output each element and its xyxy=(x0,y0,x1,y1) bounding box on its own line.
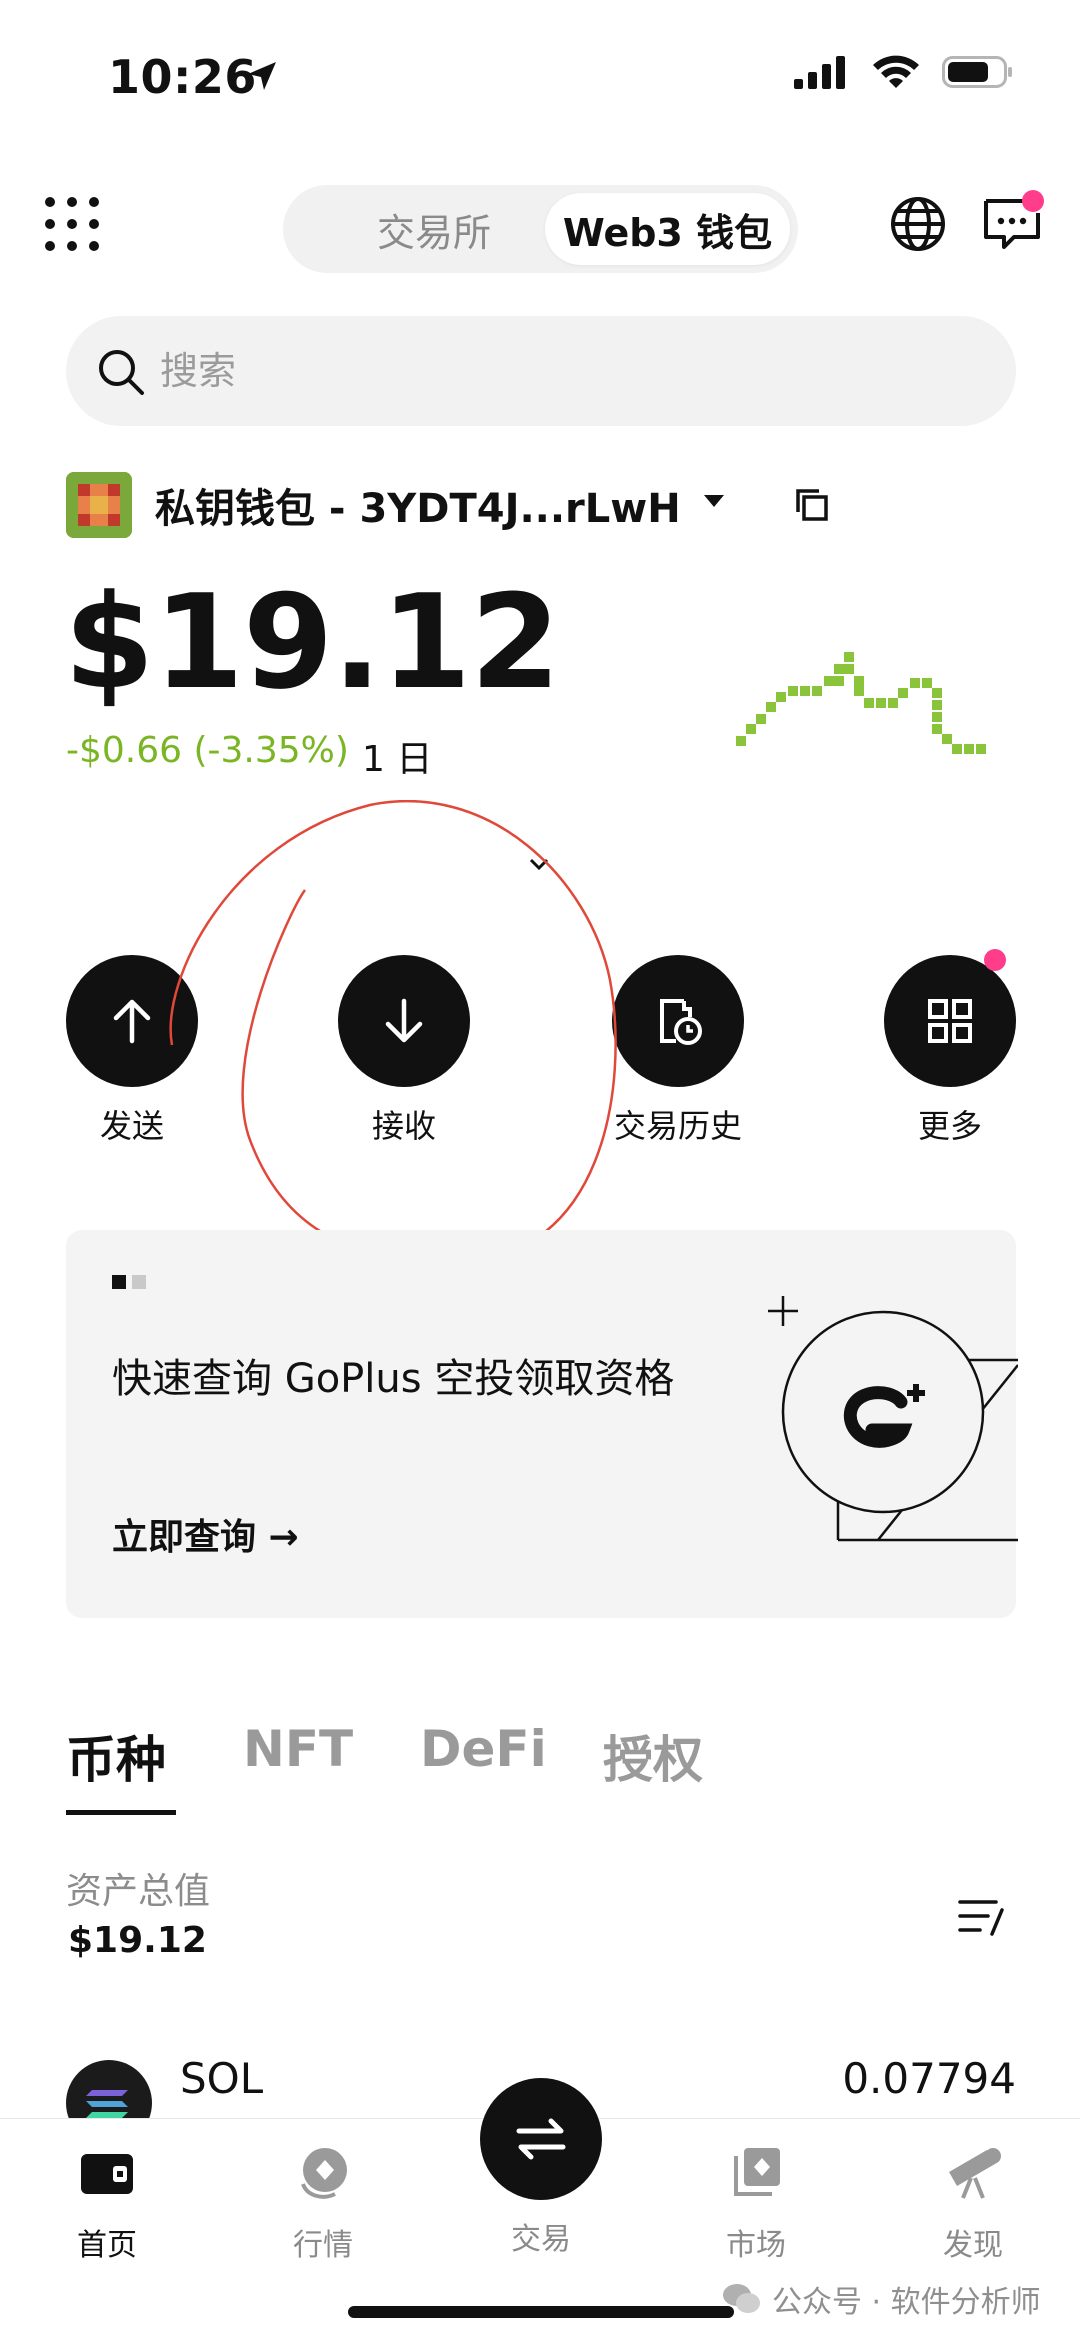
history-button[interactable]: 交易历史 xyxy=(578,955,778,1147)
globe-icon[interactable] xyxy=(889,195,947,253)
balance-sparkline xyxy=(736,652,986,754)
location-arrow-icon xyxy=(248,62,276,90)
swap-icon xyxy=(516,2118,566,2160)
history-label: 交易历史 xyxy=(613,1107,742,1145)
goplus-logo-icon xyxy=(768,1296,1018,1542)
watermark-text: 公众号 · 软件分析师 xyxy=(772,2285,1041,2320)
tab-tokens[interactable]: 币种 xyxy=(66,1720,166,1792)
wallet-avatar[interactable] xyxy=(66,472,132,538)
telescope-icon xyxy=(949,2148,1001,2199)
nav-market-label: 行情 xyxy=(293,2228,353,2263)
token-symbol[interactable]: SOL xyxy=(180,2054,263,2103)
tab-approvals[interactable]: 授权 xyxy=(603,1720,703,1792)
history-circle[interactable] xyxy=(612,955,744,1087)
pager-dot xyxy=(132,1275,146,1289)
copy-icon[interactable] xyxy=(795,488,829,522)
nav-discover-label: 发现 xyxy=(943,2228,1003,2263)
nav-discover[interactable]: 发现 xyxy=(893,2142,1053,2264)
nav-trade-button[interactable] xyxy=(480,2078,602,2200)
nft-market-icon xyxy=(734,2148,780,2196)
status-time: 10:26 xyxy=(108,50,257,104)
send-label: 发送 xyxy=(99,1107,164,1145)
tab-web3-wallet[interactable]: Web3 钱包 xyxy=(545,193,790,265)
watermark: 公众号 · 软件分析师 xyxy=(722,2277,1041,2321)
nav-market[interactable]: 行情 xyxy=(243,2142,403,2264)
nav-trade-label: 交易 xyxy=(511,2222,571,2257)
total-assets-value: $19.12 xyxy=(68,1920,207,1961)
receive-label: 接收 xyxy=(371,1107,436,1145)
total-balance: $19.12 xyxy=(64,566,561,718)
balance-change: -$0.66 (-3.35%) xyxy=(66,730,349,771)
menu-grid-icon[interactable] xyxy=(44,196,100,252)
battery-icon xyxy=(942,56,1012,88)
wallet-icon xyxy=(81,2154,133,2194)
notification-badge xyxy=(1022,190,1044,212)
search-icon xyxy=(99,350,144,395)
more-circle[interactable] xyxy=(884,949,1016,1087)
tab-exchange[interactable]: 交易所 xyxy=(303,193,565,265)
banner-title: 快速查询 GoPlus 空投领取资格 xyxy=(112,1356,675,1402)
receive-circle[interactable] xyxy=(338,955,470,1087)
mode-switch: 交易所 Web3 钱包 xyxy=(283,185,798,273)
arrow-down-icon xyxy=(385,998,423,1043)
home-indicator[interactable] xyxy=(348,2306,734,2318)
more-badge xyxy=(984,949,1006,971)
market-icon xyxy=(301,2148,347,2199)
tab-nft[interactable]: NFT xyxy=(243,1720,353,1778)
active-tab-indicator xyxy=(66,1810,176,1815)
search-input[interactable] xyxy=(160,334,860,408)
wallet-name[interactable]: 私钥钱包 - 3YDT4J...rLwH xyxy=(155,476,681,534)
nav-nft-market[interactable]: 市场 xyxy=(676,2142,836,2264)
nav-home-label: 首页 xyxy=(77,2228,137,2263)
nav-nft-market-label: 市场 xyxy=(726,2228,786,2263)
chevron-down-icon[interactable] xyxy=(528,856,550,872)
change-period[interactable]: 1 日 xyxy=(362,730,432,782)
banner-pager xyxy=(112,1275,146,1289)
nav-home[interactable]: 首页 xyxy=(27,2142,187,2264)
pager-dot-active xyxy=(112,1275,126,1289)
receive-button[interactable]: 接收 xyxy=(304,955,504,1147)
arrow-up-icon xyxy=(113,999,151,1044)
more-label: 更多 xyxy=(917,1107,982,1145)
caret-down-icon[interactable] xyxy=(704,495,724,507)
sort-filter-icon[interactable] xyxy=(958,1896,1006,1940)
status-icons xyxy=(794,54,1014,90)
history-icon xyxy=(660,999,702,1045)
grid-apps-icon xyxy=(928,999,972,1043)
more-button[interactable]: 更多 xyxy=(850,949,1050,1147)
send-circle[interactable] xyxy=(66,955,198,1087)
cellular-signal-icon xyxy=(794,56,845,89)
wifi-icon xyxy=(873,55,919,88)
send-button[interactable]: 发送 xyxy=(32,955,232,1147)
token-amount: 0.07794 xyxy=(842,2054,1016,2103)
total-assets-label: 资产总值 xyxy=(66,1871,211,1912)
banner-cta-link[interactable]: 立即查询 → xyxy=(112,1508,299,1560)
tab-defi[interactable]: DeFi xyxy=(420,1720,547,1778)
